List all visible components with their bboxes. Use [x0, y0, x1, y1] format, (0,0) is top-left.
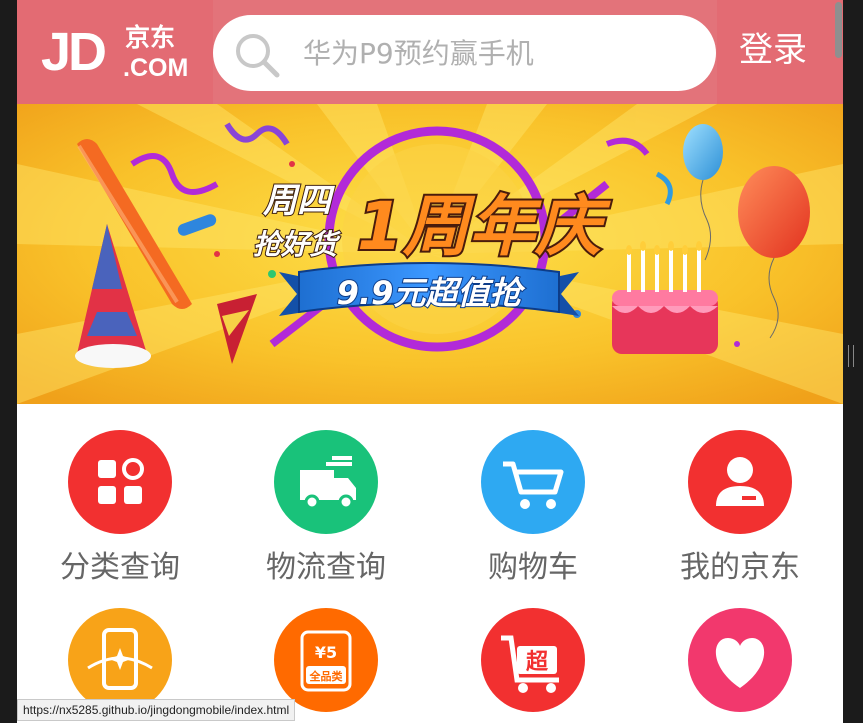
- banner-line1: 周四: [262, 181, 336, 221]
- login-button[interactable]: 登录: [739, 28, 807, 72]
- heart-icon: [688, 608, 792, 712]
- user-profile-icon: [688, 430, 792, 534]
- banner-line2: 抢好货: [253, 228, 341, 261]
- search-box[interactable]: [213, 15, 716, 91]
- promo-banner[interactable]: 周四 抢好货 1周年庆 9.9元超值抢: [17, 104, 843, 404]
- shopping-cart-icon: [481, 430, 585, 534]
- banner-ribbon: 9.9元超值抢: [337, 274, 527, 312]
- header-bar: JD 京东 .COM 登录: [17, 0, 843, 104]
- mobile-page: JD 京东 .COM 登录: [17, 0, 843, 723]
- coupon-icon: ¥5 全品类: [274, 608, 378, 712]
- jd-logo[interactable]: JD 京东 .COM: [41, 22, 191, 82]
- resize-handle[interactable]: [848, 345, 854, 367]
- logo-cn-text: 京东: [125, 23, 176, 52]
- status-bar-url: https://nx5285.github.io/jingdongmobile/…: [17, 699, 296, 721]
- phone-recharge-icon: [68, 608, 172, 712]
- banner-artwork: 周四 抢好货 1周年庆 9.9元超值抢: [17, 104, 843, 404]
- nav-item-label: 购物车: [488, 550, 578, 585]
- svg-text:全品类: 全品类: [309, 669, 344, 683]
- nav-item-label: 物流查询: [266, 550, 386, 585]
- search-icon: [236, 34, 280, 78]
- logo-com-text: .COM: [123, 54, 189, 82]
- delivery-truck-icon: [274, 430, 378, 534]
- svg-text:超: 超: [526, 650, 549, 675]
- supermarket-cart-icon: 超: [481, 608, 585, 712]
- category-grid-icon: [68, 430, 172, 534]
- search-input[interactable]: [301, 29, 695, 77]
- svg-text:¥5: ¥5: [315, 643, 337, 662]
- banner-headline: 1周年庆: [357, 188, 611, 265]
- logo-jd-text: JD: [41, 22, 107, 82]
- nav-item-label: 我的京东: [680, 550, 800, 585]
- scrollbar-thumb[interactable]: [835, 2, 842, 58]
- nav-item-label: 分类查询: [60, 550, 180, 585]
